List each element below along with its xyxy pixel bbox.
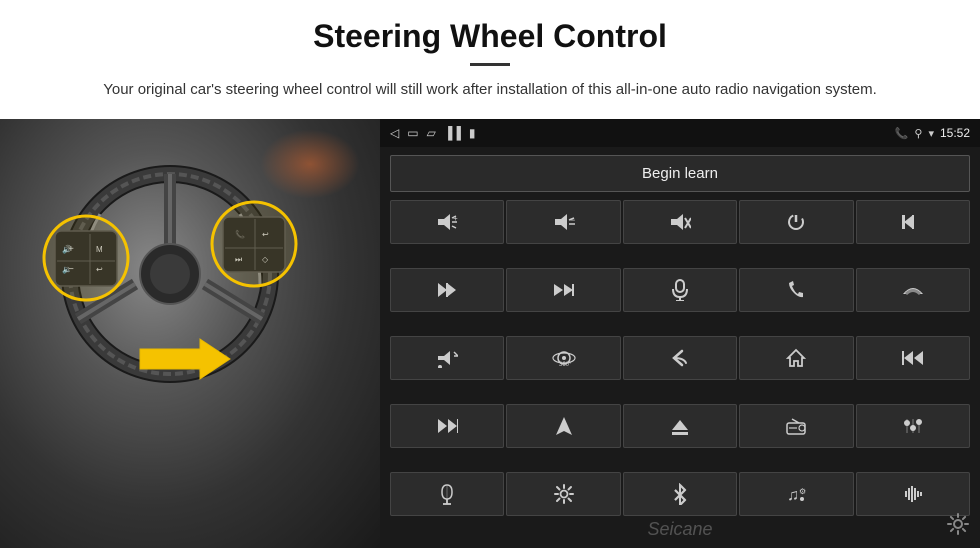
horn-speaker-button[interactable] <box>390 336 504 380</box>
bluetooth-button[interactable] <box>623 472 737 516</box>
eject-button[interactable] <box>623 404 737 448</box>
back-nav-icon[interactable]: ◁ <box>390 126 399 141</box>
svg-text:⚙: ⚙ <box>799 487 806 496</box>
wifi-icon: ▾ <box>928 127 934 140</box>
home-nav-icon[interactable]: ▭ <box>407 126 418 141</box>
clock-display: 15:52 <box>940 126 970 140</box>
recents-nav-icon[interactable]: ▱ <box>427 126 436 141</box>
begin-learn-button[interactable]: Begin learn <box>390 155 970 192</box>
equalizer-button[interactable] <box>856 404 970 448</box>
cam360-button[interactable]: 360° <box>506 336 620 380</box>
header-section: Steering Wheel Control Your original car… <box>0 0 980 111</box>
ff-button[interactable] <box>506 268 620 312</box>
begin-learn-row: Begin learn <box>380 147 980 200</box>
controls-grid: + − <box>380 200 980 548</box>
music-button[interactable]: ♫⚙ <box>739 472 853 516</box>
next-track-button[interactable] <box>390 268 504 312</box>
microphone2-button[interactable] <box>390 472 504 516</box>
svg-text:♫: ♫ <box>787 487 799 504</box>
navigation-button[interactable] <box>506 404 620 448</box>
steering-wheel-svg: + 🔊 − 🔉 M ↩ 📞 ↩ ⏭ ◇ <box>0 119 340 409</box>
vol-up-button[interactable]: + <box>390 200 504 244</box>
svg-text:+: + <box>453 214 458 223</box>
phone-icon: 📞 <box>895 127 909 140</box>
status-bar-right: 📞 ⚲ ▾ 15:52 <box>895 126 970 140</box>
mute-button[interactable] <box>623 200 737 244</box>
phone-prev-button[interactable] <box>856 200 970 244</box>
page-container: Steering Wheel Control Your original car… <box>0 0 980 548</box>
battery-icon: ▮ <box>469 126 476 141</box>
vol-down-button[interactable]: − <box>506 200 620 244</box>
signal-icon: ▐▐ <box>444 126 461 141</box>
back-nav-button[interactable] <box>623 336 737 380</box>
android-head-unit: ◁ ▭ ▱ ▐▐ ▮ 📞 ⚲ ▾ 15:52 Begin learn <box>380 119 980 548</box>
svg-text:360°: 360° <box>559 362 572 368</box>
radio-button[interactable] <box>739 404 853 448</box>
rewind-button[interactable] <box>856 336 970 380</box>
title-divider <box>470 63 510 66</box>
status-bar-left: ◁ ▭ ▱ ▐▐ ▮ <box>390 126 475 141</box>
subtitle-text: Your original car's steering wheel contr… <box>100 78 880 101</box>
power-button[interactable] <box>739 200 853 244</box>
status-bar: ◁ ▭ ▱ ▐▐ ▮ 📞 ⚲ ▾ 15:52 <box>380 119 980 147</box>
microphone-button[interactable] <box>623 268 737 312</box>
fast-forward-button[interactable] <box>390 404 504 448</box>
waveform-button[interactable] <box>856 472 970 516</box>
svg-text:−: − <box>570 215 575 225</box>
home-nav-button[interactable] <box>739 336 853 380</box>
steering-wheel-image: + 🔊 − 🔉 M ↩ 📞 ↩ ⏭ ◇ <box>0 119 380 548</box>
page-title: Steering Wheel Control <box>60 18 920 55</box>
hang-up-button[interactable] <box>856 268 970 312</box>
location-icon: ⚲ <box>914 127 922 140</box>
content-row: + 🔊 − 🔉 M ↩ 📞 ↩ ⏭ ◇ <box>0 119 980 548</box>
settings-button[interactable] <box>506 472 620 516</box>
phone-call-button[interactable] <box>739 268 853 312</box>
gear-settings-icon[interactable] <box>946 512 970 542</box>
